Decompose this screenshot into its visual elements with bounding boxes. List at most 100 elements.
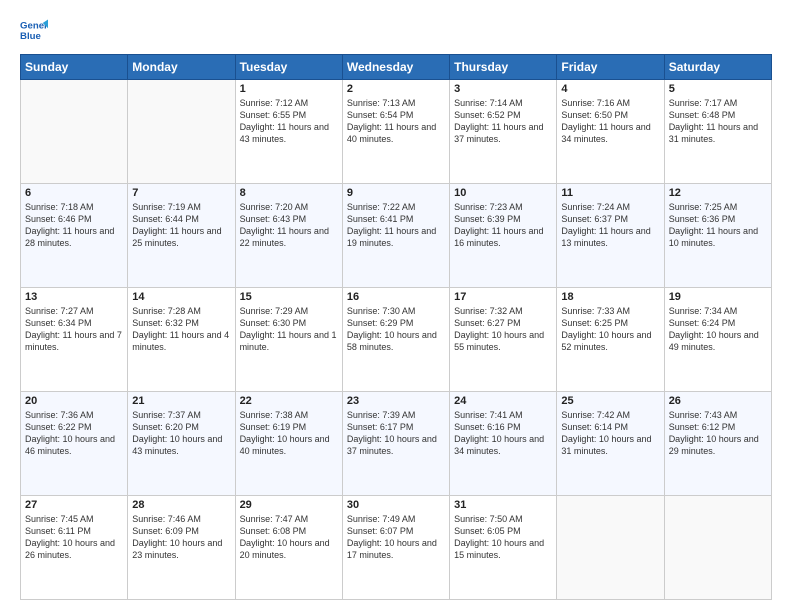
- day-info: Sunrise: 7:23 AMSunset: 6:39 PMDaylight:…: [454, 201, 552, 250]
- svg-text:Blue: Blue: [20, 31, 41, 42]
- day-info: Sunrise: 7:28 AMSunset: 6:32 PMDaylight:…: [132, 305, 230, 354]
- day-number: 22: [240, 395, 338, 407]
- day-number: 29: [240, 499, 338, 511]
- day-number: 12: [669, 187, 767, 199]
- day-info: Sunrise: 7:17 AMSunset: 6:48 PMDaylight:…: [669, 97, 767, 146]
- day-info: Sunrise: 7:41 AMSunset: 6:16 PMDaylight:…: [454, 409, 552, 458]
- day-number: 28: [132, 499, 230, 511]
- day-info: Sunrise: 7:38 AMSunset: 6:19 PMDaylight:…: [240, 409, 338, 458]
- day-number: 25: [561, 395, 659, 407]
- calendar-cell: 2Sunrise: 7:13 AMSunset: 6:54 PMDaylight…: [342, 80, 449, 184]
- day-number: 7: [132, 187, 230, 199]
- calendar-cell: 5Sunrise: 7:17 AMSunset: 6:48 PMDaylight…: [664, 80, 771, 184]
- calendar-header-row: SundayMondayTuesdayWednesdayThursdayFrid…: [21, 55, 772, 80]
- day-number: 10: [454, 187, 552, 199]
- day-info: Sunrise: 7:50 AMSunset: 6:05 PMDaylight:…: [454, 513, 552, 562]
- calendar-header-thursday: Thursday: [450, 55, 557, 80]
- calendar-cell: [128, 80, 235, 184]
- day-info: Sunrise: 7:16 AMSunset: 6:50 PMDaylight:…: [561, 97, 659, 146]
- day-info: Sunrise: 7:37 AMSunset: 6:20 PMDaylight:…: [132, 409, 230, 458]
- calendar-cell: [21, 80, 128, 184]
- calendar-cell: 3 Sunrise: 7:14 AMSunset: 6:52 PMDaylight…: [450, 80, 557, 184]
- calendar-cell: 1Sunrise: 7:12 AMSunset: 6:55 PMDaylight…: [235, 80, 342, 184]
- calendar-week-row: 27 Sunrise: 7:45 AMSunset: 6:11 PMDayligh…: [21, 496, 772, 600]
- calendar-cell: 27 Sunrise: 7:45 AMSunset: 6:11 PMDayligh…: [21, 496, 128, 600]
- day-number: 14: [132, 291, 230, 303]
- svg-text:General: General: [20, 20, 48, 31]
- calendar-cell: 11 Sunrise: 7:24 AMSunset: 6:37 PMDayligh…: [557, 184, 664, 288]
- calendar-cell: 10 Sunrise: 7:23 AMSunset: 6:39 PMDayligh…: [450, 184, 557, 288]
- day-number: 16: [347, 291, 445, 303]
- day-info: Sunrise: 7:47 AMSunset: 6:08 PMDaylight:…: [240, 513, 338, 562]
- calendar-cell: [664, 496, 771, 600]
- day-info: Sunrise: 7:14 AMSunset: 6:52 PMDaylight:…: [454, 97, 552, 146]
- day-info: Sunrise: 7:22 AMSunset: 6:41 PMDaylight:…: [347, 201, 445, 250]
- logo-icon: General Blue: [20, 16, 48, 44]
- calendar-header-saturday: Saturday: [664, 55, 771, 80]
- calendar-cell: 22 Sunrise: 7:38 AMSunset: 6:19 PMDayligh…: [235, 392, 342, 496]
- day-info: Sunrise: 7:43 AMSunset: 6:12 PMDaylight:…: [669, 409, 767, 458]
- day-number: 19: [669, 291, 767, 303]
- day-number: 31: [454, 499, 552, 511]
- day-info: Sunrise: 7:25 AMSunset: 6:36 PMDaylight:…: [669, 201, 767, 250]
- calendar-cell: 26 Sunrise: 7:43 AMSunset: 6:12 PMDayligh…: [664, 392, 771, 496]
- day-number: 3: [454, 83, 552, 95]
- day-info: Sunrise: 7:45 AMSunset: 6:11 PMDaylight:…: [25, 513, 123, 562]
- day-number: 8: [240, 187, 338, 199]
- calendar-cell: 8Sunrise: 7:20 AMSunset: 6:43 PMDaylight…: [235, 184, 342, 288]
- calendar-cell: 23 Sunrise: 7:39 AMSunset: 6:17 PMDayligh…: [342, 392, 449, 496]
- day-info: Sunrise: 7:42 AMSunset: 6:14 PMDaylight:…: [561, 409, 659, 458]
- day-info: Sunrise: 7:32 AMSunset: 6:27 PMDaylight:…: [454, 305, 552, 354]
- day-number: 2: [347, 83, 445, 95]
- day-number: 4: [561, 83, 659, 95]
- day-info: Sunrise: 7:33 AMSunset: 6:25 PMDaylight:…: [561, 305, 659, 354]
- day-info: Sunrise: 7:29 AMSunset: 6:30 PMDaylight:…: [240, 305, 338, 354]
- calendar-cell: 31 Sunrise: 7:50 AMSunset: 6:05 PMDayligh…: [450, 496, 557, 600]
- calendar-cell: 14 Sunrise: 7:28 AMSunset: 6:32 PMDayligh…: [128, 288, 235, 392]
- calendar-week-row: 1Sunrise: 7:12 AMSunset: 6:55 PMDaylight…: [21, 80, 772, 184]
- day-number: 26: [669, 395, 767, 407]
- day-info: Sunrise: 7:30 AMSunset: 6:29 PMDaylight:…: [347, 305, 445, 354]
- day-info: Sunrise: 7:49 AMSunset: 6:07 PMDaylight:…: [347, 513, 445, 562]
- day-number: 6: [25, 187, 123, 199]
- calendar-cell: 7 Sunrise: 7:19 AMSunset: 6:44 PMDaylight…: [128, 184, 235, 288]
- calendar-week-row: 6 Sunrise: 7:18 AMSunset: 6:46 PMDaylight…: [21, 184, 772, 288]
- day-number: 17: [454, 291, 552, 303]
- day-number: 27: [25, 499, 123, 511]
- calendar-header-sunday: Sunday: [21, 55, 128, 80]
- day-info: Sunrise: 7:24 AMSunset: 6:37 PMDaylight:…: [561, 201, 659, 250]
- calendar-cell: 12 Sunrise: 7:25 AMSunset: 6:36 PMDayligh…: [664, 184, 771, 288]
- day-number: 9: [347, 187, 445, 199]
- calendar-cell: 21Sunrise: 7:37 AMSunset: 6:20 PMDayligh…: [128, 392, 235, 496]
- calendar-header-wednesday: Wednesday: [342, 55, 449, 80]
- calendar-week-row: 13 Sunrise: 7:27 AMSunset: 6:34 PMDayligh…: [21, 288, 772, 392]
- calendar-header-monday: Monday: [128, 55, 235, 80]
- calendar-header-tuesday: Tuesday: [235, 55, 342, 80]
- calendar-header-friday: Friday: [557, 55, 664, 80]
- day-info: Sunrise: 7:18 AMSunset: 6:46 PMDaylight:…: [25, 201, 123, 250]
- day-info: Sunrise: 7:27 AMSunset: 6:34 PMDaylight:…: [25, 305, 123, 354]
- day-info: Sunrise: 7:34 AMSunset: 6:24 PMDaylight:…: [669, 305, 767, 354]
- calendar-cell: 13 Sunrise: 7:27 AMSunset: 6:34 PMDayligh…: [21, 288, 128, 392]
- calendar-cell: [557, 496, 664, 600]
- day-number: 24: [454, 395, 552, 407]
- calendar-cell: 28 Sunrise: 7:46 AMSunset: 6:09 PMDayligh…: [128, 496, 235, 600]
- day-info: Sunrise: 7:36 AMSunset: 6:22 PMDaylight:…: [25, 409, 123, 458]
- calendar-week-row: 20Sunrise: 7:36 AMSunset: 6:22 PMDayligh…: [21, 392, 772, 496]
- day-info: Sunrise: 7:46 AMSunset: 6:09 PMDaylight:…: [132, 513, 230, 562]
- calendar-table: SundayMondayTuesdayWednesdayThursdayFrid…: [20, 54, 772, 600]
- day-info: Sunrise: 7:19 AMSunset: 6:44 PMDaylight:…: [132, 201, 230, 250]
- day-number: 13: [25, 291, 123, 303]
- calendar-cell: 19 Sunrise: 7:34 AMSunset: 6:24 PMDayligh…: [664, 288, 771, 392]
- day-number: 11: [561, 187, 659, 199]
- calendar-cell: 29 Sunrise: 7:47 AMSunset: 6:08 PMDayligh…: [235, 496, 342, 600]
- day-number: 23: [347, 395, 445, 407]
- calendar-cell: 18Sunrise: 7:33 AMSunset: 6:25 PMDayligh…: [557, 288, 664, 392]
- day-number: 30: [347, 499, 445, 511]
- calendar-cell: 4 Sunrise: 7:16 AMSunset: 6:50 PMDaylight…: [557, 80, 664, 184]
- day-number: 1: [240, 83, 338, 95]
- day-info: Sunrise: 7:39 AMSunset: 6:17 PMDaylight:…: [347, 409, 445, 458]
- calendar-cell: 15Sunrise: 7:29 AMSunset: 6:30 PMDayligh…: [235, 288, 342, 392]
- page: General Blue SundayMondayTuesdayWednesda…: [0, 0, 792, 612]
- calendar-cell: 30 Sunrise: 7:49 AMSunset: 6:07 PMDayligh…: [342, 496, 449, 600]
